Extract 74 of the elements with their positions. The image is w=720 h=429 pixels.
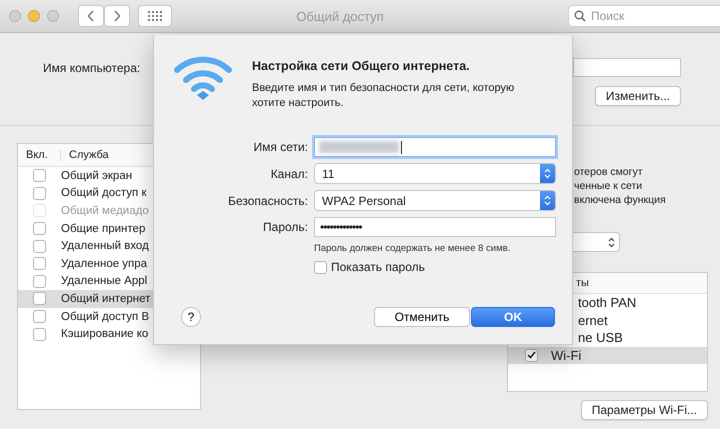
checkbox-label: Показать пароль [331, 260, 425, 274]
checkbox[interactable] [33, 186, 46, 200]
close-button[interactable] [9, 10, 21, 22]
description-text: ченные к сети [574, 179, 642, 193]
computer-name-field[interactable] [573, 58, 681, 77]
text-cursor [401, 140, 402, 154]
password-hint: Пароль должен содержать не менее 8 симв. [314, 243, 512, 254]
port-name: tooth PAN [578, 295, 636, 310]
edit-button[interactable]: Изменить... [594, 86, 681, 106]
password-field[interactable]: ••••••••••••• [314, 217, 556, 237]
help-button[interactable]: ? [181, 307, 201, 327]
service-name: Кэширование ко [61, 328, 148, 340]
dialog-title: Настройка сети Общего интернета. [252, 59, 471, 73]
back-button[interactable] [78, 5, 104, 27]
column-header: ты [576, 277, 589, 289]
search-icon [574, 10, 586, 22]
checkbox[interactable] [33, 222, 46, 236]
checkbox[interactable] [33, 257, 46, 270]
field-label: Канал: [270, 166, 308, 180]
service-name: Удаленные Appl [61, 275, 148, 288]
port-name: Wi-Fi [551, 348, 582, 363]
checkbox[interactable] [33, 274, 46, 288]
service-row[interactable]: Удаленный вход [18, 237, 200, 255]
network-name-field[interactable] [314, 137, 556, 157]
service-name: Удаленный вход [61, 240, 149, 252]
service-name: Общий интернет [61, 292, 150, 305]
description-text: отеров смогут [574, 165, 643, 179]
show-all-button[interactable] [138, 5, 172, 27]
checkbox[interactable] [33, 328, 46, 341]
forward-button[interactable] [104, 5, 130, 27]
computer-name-label: Имя компьютера: [43, 60, 140, 74]
service-row[interactable]: Удаленные Appl [18, 272, 200, 290]
service-row[interactable]: Кэширование ко [18, 325, 200, 343]
service-name: Общий медиадо [61, 204, 149, 217]
port-row[interactable]: Wi-Fi [508, 346, 707, 364]
checkbox[interactable] [33, 292, 46, 306]
wifi-icon [174, 55, 232, 101]
grid-icon [148, 11, 162, 21]
checkbox[interactable] [33, 240, 46, 253]
minimize-button[interactable] [28, 10, 40, 22]
description-text: включена функция [574, 193, 666, 207]
service-row[interactable]: Общий экран [18, 167, 200, 185]
wifi-options-button[interactable]: Параметры Wi-Fi... [580, 400, 708, 420]
service-name: Общий экран [61, 170, 132, 182]
service-row[interactable]: Общий доступ к [18, 184, 200, 202]
dialog-description: Введите имя и тип безопасности для сети, которую хотите настроить. [252, 81, 516, 111]
column-header: Служба [68, 149, 109, 161]
zoom-button[interactable] [47, 10, 59, 22]
updown-chevron-icon [544, 168, 551, 179]
checkbox[interactable] [33, 310, 46, 324]
popup-menu[interactable]: WPA2 Personal [314, 190, 556, 211]
field-label: Имя сети: [253, 140, 308, 154]
field-label: Безопасность: [228, 194, 308, 208]
popup-menu[interactable]: 11 [314, 163, 556, 184]
chevron-right-icon [113, 10, 121, 22]
service-name: Общий доступ к [61, 187, 146, 200]
service-row[interactable]: Удаленное упра [18, 254, 200, 273]
window-title: Общий доступ [296, 8, 384, 24]
search-field[interactable]: Поиск [568, 5, 720, 27]
updown-chevron-icon [544, 195, 551, 206]
checkbox[interactable] [525, 348, 538, 362]
column-header: Вкл. [18, 149, 61, 161]
checkbox[interactable] [33, 169, 46, 182]
cancel-button[interactable]: Отменить [374, 307, 470, 327]
checkbox[interactable] [314, 260, 327, 274]
updown-chevron-icon [608, 236, 615, 248]
ok-button[interactable]: OK [471, 307, 555, 327]
service-name: Общий доступ B [61, 310, 150, 323]
service-name: Общие принтер [61, 222, 146, 235]
service-row[interactable]: Общие принтер [18, 220, 200, 238]
service-name: Удаленное упра [61, 258, 148, 270]
field-label: Пароль: [263, 220, 308, 234]
chevron-left-icon [87, 10, 95, 22]
port-name: ne USB [578, 330, 623, 346]
